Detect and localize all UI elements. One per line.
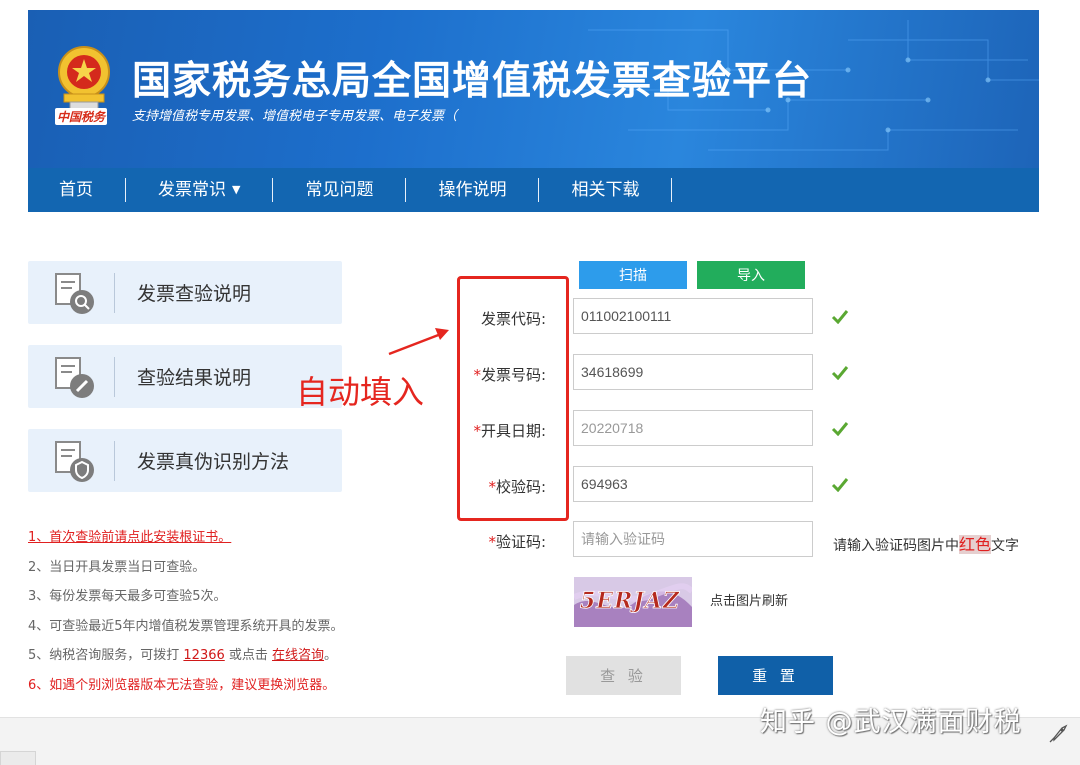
check-code-input[interactable]: 694963 <box>573 466 813 502</box>
scan-button[interactable]: 扫描 <box>579 261 687 289</box>
nav-invoice-knowledge[interactable]: 发票常识 ▼ <box>126 178 274 202</box>
main-navbar: 首页 发票常识 ▼ 常见问题 操作说明 相关下载 <box>28 168 1039 212</box>
red-color-word: 红色 <box>959 535 992 554</box>
captcha-image[interactable]: 5ERJAZ <box>574 577 692 627</box>
card-result-guide[interactable]: 查验结果说明 <box>28 345 342 408</box>
auto-fill-annotation: 自动填入 <box>296 373 425 411</box>
invoice-code-input[interactable]: 011002100111 <box>573 298 813 334</box>
reset-button[interactable]: 重 置 <box>718 656 833 695</box>
shield-document-icon <box>55 440 94 482</box>
captcha-input[interactable]: 请输入验证码 <box>573 521 813 557</box>
emblem-caption: 中国税务 <box>55 108 108 125</box>
annotation-arrow-icon <box>388 328 449 356</box>
edit-document-icon <box>55 356 94 398</box>
query-button[interactable]: 查 验 <box>566 656 681 695</box>
card-divider <box>114 440 115 481</box>
card-authenticity-guide[interactable]: 发票真伪识别方法 <box>28 429 342 492</box>
captcha-hint: 请输入验证码图片中红色文字 <box>833 535 1020 554</box>
note-five-years: 4、可查验最近5年内增值税发票管理系统开具的发票。 <box>28 618 344 634</box>
card-divider <box>114 272 115 313</box>
card-verification-guide[interactable]: 发票查验说明 <box>28 261 342 324</box>
import-button[interactable]: 导入 <box>697 261 805 289</box>
notes-list: 1、首次查验前请点此安装根证书。 2、当日开具发票当日可查验。 3、每份发票每天… <box>28 523 344 700</box>
note-limit: 3、每份发票每天最多可查验5次。 <box>28 589 227 604</box>
phone-link[interactable]: 12366 <box>183 648 224 663</box>
search-document-icon <box>55 272 94 314</box>
invoice-number-input[interactable]: 34618699 <box>573 354 813 390</box>
captcha-label: *验证码: <box>488 533 546 551</box>
online-consult-link[interactable]: 在线咨询 <box>272 648 324 663</box>
check-icon <box>831 310 849 324</box>
captcha-text: 5ERJAZ <box>580 588 680 614</box>
issue-date-input[interactable]: 20220718 <box>573 410 813 446</box>
check-code-label: *校验码: <box>488 478 546 496</box>
note-consult: 5、纳税咨询服务，可拨打 12366 或点击 在线咨询。 <box>28 648 338 663</box>
install-cert-link[interactable]: 1、首次查验前请点此安装根证书。 <box>28 530 231 545</box>
nav-home[interactable]: 首页 <box>28 178 126 202</box>
issue-date-label: *开具日期: <box>473 422 546 440</box>
card-label: 查验结果说明 <box>137 367 252 389</box>
nav-faq[interactable]: 常见问题 <box>273 178 407 202</box>
chevron-down-icon: ▼ <box>232 183 241 196</box>
nav-instructions[interactable]: 操作说明 <box>406 178 540 202</box>
card-divider <box>114 356 115 397</box>
note-browser: 6、如遇个别浏览器版本无法查验，建议更换浏览器。 <box>28 677 336 693</box>
rocket-icon[interactable] <box>1048 722 1070 744</box>
invoice-number-label: *发票号码: <box>473 366 546 384</box>
watermark: 知乎 @武汉满面财税 <box>760 707 1022 738</box>
note-same-day: 2、当日开具发票当日可查验。 <box>28 559 206 575</box>
card-label: 发票真伪识别方法 <box>137 451 290 473</box>
check-icon <box>831 422 849 436</box>
invoice-code-label: 发票代码: <box>480 310 546 328</box>
footer-tab <box>0 751 36 765</box>
header-banner: 中国税务 国家税务总局全国增值税发票查验平台 支持增值税专用发票、增值税电子专用… <box>28 10 1039 168</box>
check-icon <box>831 478 849 492</box>
site-title: 国家税务总局全国增值税发票查验平台 <box>132 59 813 104</box>
nav-downloads[interactable]: 相关下载 <box>539 178 673 202</box>
note-install-cert: 1、首次查验前请点此安装根证书。 <box>28 523 344 553</box>
site-subtitle: 支持增值税专用发票、增值税电子专用发票、电子发票（ <box>132 109 458 124</box>
check-icon <box>831 366 849 380</box>
card-label: 发票查验说明 <box>137 283 252 305</box>
captcha-refresh-link[interactable]: 点击图片刷新 <box>710 590 788 609</box>
